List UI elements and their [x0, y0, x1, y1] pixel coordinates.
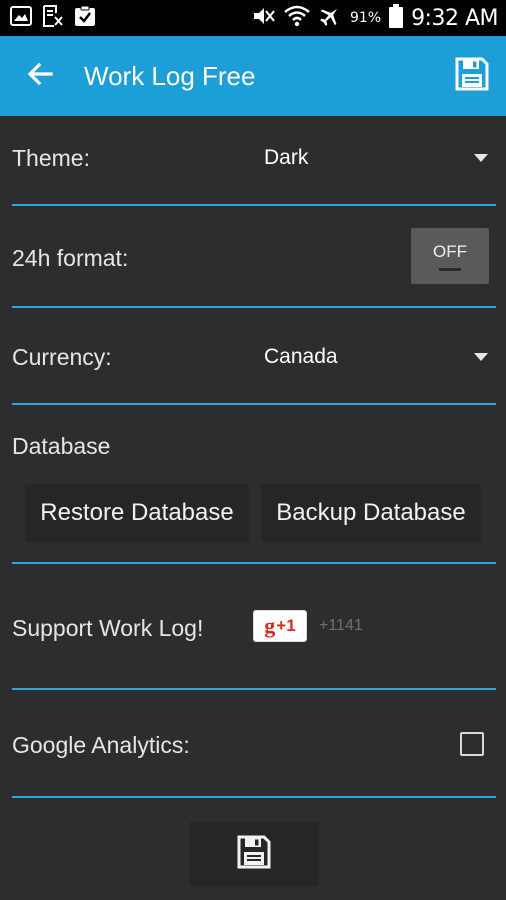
currency-value: Canada [264, 345, 338, 368]
status-bar-left [10, 4, 96, 32]
plus-one-count: +1141 [319, 617, 363, 634]
restore-database-button[interactable]: Restore Database [25, 484, 249, 542]
database-row: Database [12, 426, 496, 466]
theme-value: Dark [264, 146, 309, 169]
status-bar: 91% 9:32 AM [0, 0, 506, 36]
analytics-row: Google Analytics: [12, 725, 496, 765]
image-icon [10, 5, 32, 31]
wifi-icon [284, 5, 310, 32]
arrow-left-icon [27, 61, 53, 92]
theme-spinner[interactable]: Dark [252, 138, 496, 178]
dropdown-triangle-icon [474, 353, 488, 361]
app-bar: Work Log Free [0, 36, 506, 116]
analytics-label: Google Analytics: [12, 731, 190, 758]
divider [12, 403, 496, 405]
status-time: 9:32 AM [411, 5, 498, 31]
database-label: Database [12, 432, 111, 459]
currency-label: Currency: [12, 343, 112, 370]
divider [12, 796, 496, 798]
currency-spinner[interactable]: Canada [252, 337, 496, 377]
time-format-label: 24h format: [12, 244, 129, 271]
save-button-top[interactable] [452, 56, 492, 96]
floppy-disk-icon [455, 57, 489, 96]
save-button-bottom[interactable] [189, 822, 319, 886]
toggle-state-label: OFF [433, 241, 467, 261]
divider [12, 688, 496, 690]
airplane-icon [318, 5, 342, 32]
app-title: Work Log Free [84, 60, 256, 91]
backup-database-button[interactable]: Backup Database [261, 484, 481, 542]
time-format-toggle[interactable]: OFF [411, 228, 489, 284]
google-plus-one: +1 [276, 616, 296, 635]
google-plus-g: g [264, 613, 276, 638]
document-icon [42, 4, 64, 32]
battery-percent: 91% [349, 10, 382, 26]
toggle-indicator [439, 267, 461, 271]
analytics-checkbox[interactable] [460, 732, 484, 756]
back-button[interactable] [22, 58, 58, 94]
support-label: Support Work Log! [12, 614, 204, 641]
floppy-disk-icon [237, 835, 271, 874]
mute-icon [252, 5, 276, 32]
battery-icon [389, 3, 404, 33]
google-plus-one-button[interactable]: g +1 [253, 610, 307, 642]
divider [12, 204, 496, 206]
status-bar-right: 91% 9:32 AM [252, 3, 498, 33]
dropdown-triangle-icon [474, 154, 488, 162]
clipboard-check-icon [74, 5, 96, 32]
divider [12, 562, 496, 564]
divider [12, 306, 496, 308]
theme-label: Theme: [12, 144, 90, 171]
